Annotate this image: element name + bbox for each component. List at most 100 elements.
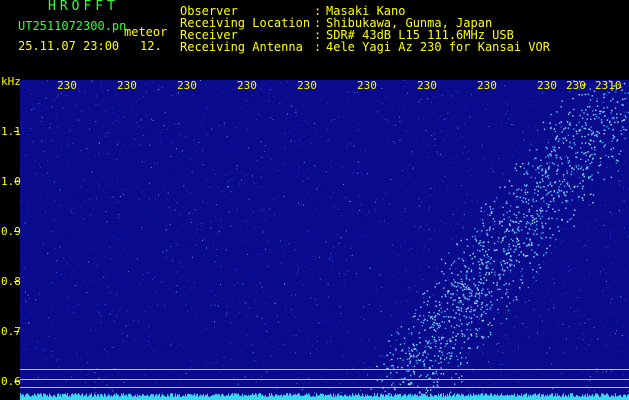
noise-dot xyxy=(570,307,572,309)
baseline-trace xyxy=(262,394,263,400)
noise-dot xyxy=(533,104,535,106)
noise-dot xyxy=(353,92,355,93)
noise-dot xyxy=(473,283,475,285)
noise-dot xyxy=(438,173,440,175)
baseline-trace xyxy=(107,395,108,400)
noise-dot xyxy=(461,347,463,349)
noise-dot xyxy=(373,129,375,130)
noise-dot xyxy=(442,115,444,117)
noise-dot xyxy=(419,337,421,339)
noise-dot xyxy=(142,191,143,193)
noise-dot xyxy=(181,282,183,284)
noise-dot xyxy=(243,173,245,175)
noise-dot xyxy=(491,304,493,306)
noise-dot xyxy=(119,141,121,143)
baseline-trace xyxy=(289,393,290,400)
noise-dot xyxy=(106,153,107,155)
noise-dot xyxy=(425,340,427,342)
noise-dot xyxy=(455,312,457,314)
noise-dot xyxy=(86,101,88,103)
noise-dot xyxy=(28,338,30,340)
noise-dot xyxy=(576,151,579,154)
noise-dot xyxy=(299,167,301,169)
noise-dot xyxy=(189,264,191,266)
noise-dot xyxy=(146,344,148,346)
noise-dot xyxy=(408,332,410,334)
noise-dot xyxy=(575,384,577,386)
noise-dot xyxy=(411,350,414,352)
noise-dot xyxy=(217,187,219,189)
noise-dot xyxy=(431,365,434,367)
noise-dot xyxy=(468,316,470,319)
noise-dot xyxy=(113,112,115,114)
noise-dot xyxy=(342,215,344,217)
noise-dot xyxy=(210,248,212,250)
noise-dot xyxy=(216,255,218,256)
noise-dot xyxy=(529,149,531,151)
noise-dot xyxy=(398,306,400,308)
noise-dot xyxy=(614,121,616,124)
noise-dot xyxy=(49,93,51,94)
noise-dot xyxy=(410,381,412,384)
noise-dot xyxy=(118,96,120,98)
baseline-trace xyxy=(245,394,246,400)
noise-dot xyxy=(119,150,121,152)
noise-dot xyxy=(197,101,199,103)
noise-dot xyxy=(495,196,498,199)
noise-dot xyxy=(362,283,364,285)
noise-dot xyxy=(510,255,512,258)
noise-dot xyxy=(475,333,478,335)
noise-dot xyxy=(532,276,535,279)
noise-dot xyxy=(530,176,532,179)
noise-dot xyxy=(148,333,150,335)
noise-dot xyxy=(542,169,544,171)
noise-dot xyxy=(499,122,501,124)
noise-dot xyxy=(153,167,155,169)
noise-dot xyxy=(254,234,256,236)
noise-dot xyxy=(140,307,142,308)
baseline-trace xyxy=(114,393,115,400)
baseline-trace xyxy=(145,395,146,400)
noise-dot xyxy=(536,213,539,216)
baseline-trace xyxy=(214,395,215,400)
noise-dot xyxy=(514,199,516,201)
noise-dot xyxy=(217,116,219,118)
noise-dot xyxy=(471,93,472,95)
noise-dot xyxy=(568,266,569,267)
noise-dot xyxy=(201,290,203,291)
noise-dot xyxy=(552,388,554,390)
noise-dot xyxy=(528,199,530,201)
noise-dot xyxy=(65,380,67,382)
noise-dot xyxy=(162,221,164,223)
noise-dot xyxy=(81,246,83,248)
noise-dot xyxy=(588,177,590,179)
noise-dot xyxy=(481,335,483,338)
noise-dot xyxy=(247,174,248,176)
noise-dot xyxy=(165,257,167,259)
noise-dot xyxy=(340,392,342,393)
baseline-trace xyxy=(205,394,206,400)
noise-dot xyxy=(47,80,49,82)
noise-dot xyxy=(109,292,111,294)
noise-dot xyxy=(580,258,582,259)
noise-dot xyxy=(415,356,417,358)
noise-dot xyxy=(621,89,623,91)
noise-dot xyxy=(448,352,450,354)
noise-dot xyxy=(404,222,406,224)
noise-dot xyxy=(612,337,614,339)
noise-dot xyxy=(618,350,620,352)
noise-dot xyxy=(558,194,560,196)
noise-dot xyxy=(37,267,39,268)
noise-dot xyxy=(270,327,272,329)
noise-dot xyxy=(127,351,129,353)
noise-dot xyxy=(360,171,362,173)
baseline-trace xyxy=(226,395,227,400)
baseline-trace xyxy=(394,395,395,400)
noise-dot xyxy=(128,271,130,273)
noise-dot xyxy=(501,220,504,223)
noise-dot xyxy=(457,127,459,129)
noise-dot xyxy=(553,197,555,200)
noise-dot xyxy=(490,310,492,311)
noise-dot xyxy=(532,94,534,96)
noise-dot xyxy=(551,217,553,219)
